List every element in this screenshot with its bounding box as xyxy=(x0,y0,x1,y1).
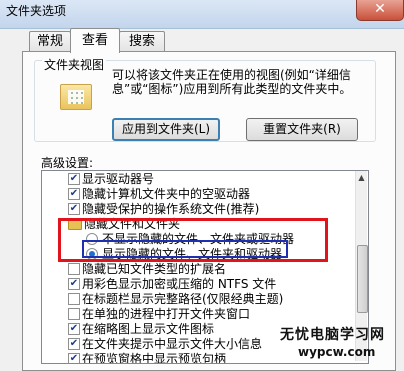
checkbox[interactable]: ✔ xyxy=(68,203,80,215)
window-title: 文件夹选项 xyxy=(6,4,67,18)
list-item-label: 在缩略图上显示文件图标 xyxy=(82,322,215,336)
reset-folders-label: 重置文件夹(R) xyxy=(263,122,341,136)
folder-icon xyxy=(68,218,82,230)
checkbox[interactable] xyxy=(68,293,80,305)
close-button[interactable]: ✕ xyxy=(356,0,404,21)
folder-views-description: 可以将该文件夹正在使用的视图(例如“详细信息”或“图标”)应用到所有此类型的文件… xyxy=(112,68,352,96)
checkbox[interactable]: ✔ xyxy=(68,278,80,290)
tab-view[interactable]: 查看 xyxy=(70,28,120,53)
list-item[interactable]: ✔ 隐藏受保护的操作系统文件(推荐) xyxy=(42,201,342,217)
list-item-group: 隐藏文件和文件夹 xyxy=(42,216,342,232)
scroll-thumb[interactable] xyxy=(357,245,368,313)
list-item-label: 用彩色显示加密或压缩的 NTFS 文件 xyxy=(82,277,277,291)
tab-search[interactable]: 搜索 xyxy=(119,31,165,52)
list-item[interactable]: ✔ 在预览窗格中显示预览句柄 xyxy=(42,351,342,364)
list-item[interactable]: 在标题栏显示完整路径(仅限经典主题) xyxy=(42,291,342,307)
list-item-label: 隐藏受保护的操作系统文件(推荐) xyxy=(82,202,260,216)
list-item-label: 显示驱动器号 xyxy=(82,172,155,186)
list-item-label: 隐藏已知文件类型的扩展名 xyxy=(82,262,227,276)
checkbox[interactable] xyxy=(68,263,80,275)
list-item[interactable]: 在单独的进程中打开文件夹窗口 xyxy=(42,306,342,322)
checkbox[interactable]: ✔ xyxy=(68,338,80,350)
scroll-up-icon[interactable]: ▲ xyxy=(356,171,367,185)
list-item-label: 在单独的进程中打开文件夹窗口 xyxy=(82,307,251,321)
close-icon[interactable]: ✕ xyxy=(374,1,386,17)
checkbox[interactable]: ✔ xyxy=(68,323,80,335)
title-bar: 文件夹选项 ✕ xyxy=(0,0,404,29)
list-item-label: 在文件夹提示中显示文件大小信息 xyxy=(82,337,263,351)
list-item-label: 在预览窗格中显示预览句柄 xyxy=(82,352,227,364)
reset-folders-button[interactable]: 重置文件夹(R) xyxy=(246,118,358,141)
apply-to-folders-label: 应用到文件夹(L) xyxy=(121,122,211,136)
advanced-settings-label: 高级设置: xyxy=(41,156,94,170)
tab-general[interactable]: 常规 xyxy=(29,31,71,52)
list-item[interactable]: ✔ 显示驱动器号 xyxy=(42,171,342,187)
checkbox[interactable] xyxy=(68,308,80,320)
checkbox[interactable]: ✔ xyxy=(68,353,80,363)
radio-button[interactable] xyxy=(86,248,98,260)
radio-label: 不显示隐藏的文件、文件夹或驱动器 xyxy=(102,232,295,246)
tab-search-label: 搜索 xyxy=(128,34,155,49)
list-item-label: 隐藏文件和文件夹 xyxy=(84,217,181,231)
folder-view-icon xyxy=(60,84,92,110)
list-item[interactable]: 隐藏已知文件类型的扩展名 xyxy=(42,261,342,277)
list-item[interactable]: ✔ 用彩色显示加密或压缩的 NTFS 文件 xyxy=(42,276,342,292)
apply-to-folders-button[interactable]: 应用到文件夹(L) xyxy=(112,118,220,141)
tab-general-label: 常规 xyxy=(36,34,63,49)
checkbox[interactable]: ✔ xyxy=(68,173,80,185)
radio-label: 显示隐藏的文件、文件夹和驱动器 xyxy=(102,247,283,261)
radio-item[interactable]: 显示隐藏的文件、文件夹和驱动器 xyxy=(42,246,342,262)
watermark-title: 无忧电脑学习网 xyxy=(280,327,385,343)
tab-view-label: 查看 xyxy=(81,33,108,48)
checkbox[interactable]: ✔ xyxy=(68,188,80,200)
radio-item[interactable]: 不显示隐藏的文件、文件夹或驱动器 xyxy=(42,231,342,247)
list-item[interactable]: ✔ 隐藏计算机文件夹中的空驱动器 xyxy=(42,186,342,202)
watermark-url: wypcw.com xyxy=(298,345,376,359)
list-item-label: 隐藏计算机文件夹中的空驱动器 xyxy=(82,187,251,201)
radio-button[interactable] xyxy=(86,233,98,245)
folder-views-label: 文件夹视图 xyxy=(42,56,107,73)
list-item-label: 在标题栏显示完整路径(仅限经典主题) xyxy=(82,292,284,306)
